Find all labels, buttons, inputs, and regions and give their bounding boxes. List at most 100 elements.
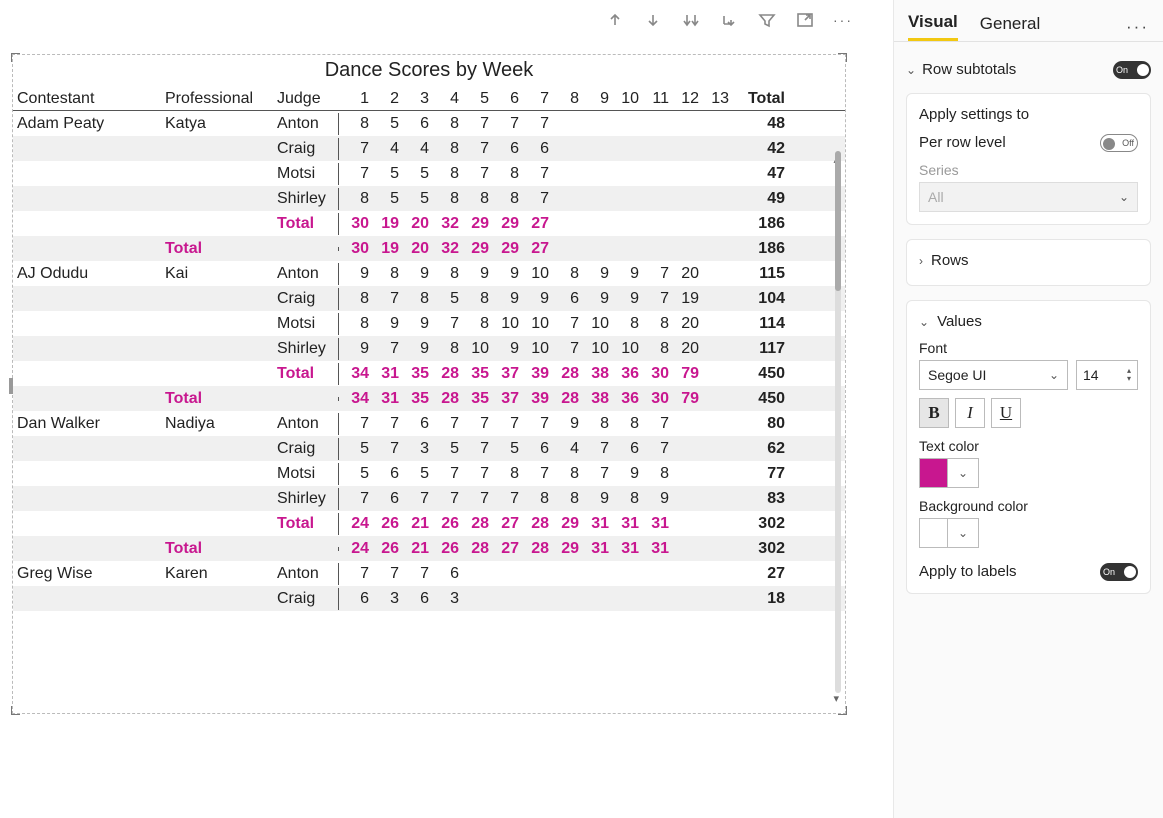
cell[interactable]: 35 xyxy=(399,388,429,410)
cell[interactable] xyxy=(609,222,639,226)
cell[interactable]: 32 xyxy=(429,213,459,235)
group-total-row[interactable]: Total 343135283537392838363079 450 xyxy=(13,386,845,411)
cell[interactable]: 28 xyxy=(549,363,579,385)
scrollbar-thumb[interactable] xyxy=(835,151,841,291)
cell[interactable]: 9 xyxy=(579,288,609,310)
cell[interactable]: 6 xyxy=(399,588,429,610)
table-row[interactable]: Shirley 8558887 49 xyxy=(13,186,845,211)
cell[interactable]: 30 xyxy=(639,388,669,410)
cell[interactable] xyxy=(609,172,639,176)
font-family-select[interactable]: Segoe UI ⌄ xyxy=(919,360,1068,390)
per-row-level-toggle[interactable]: Off xyxy=(1100,133,1138,152)
professional-cell[interactable] xyxy=(161,447,273,451)
cell[interactable]: 6 xyxy=(429,563,459,585)
cell[interactable]: 7 xyxy=(639,263,669,285)
cell[interactable] xyxy=(519,572,549,576)
cell[interactable] xyxy=(669,447,699,451)
total-cell[interactable]: 47 xyxy=(729,163,793,185)
contestant-cell[interactable] xyxy=(13,197,161,201)
total-cell[interactable]: 77 xyxy=(729,463,793,485)
table-row[interactable]: Motsi 56577878798 77 xyxy=(13,461,845,486)
contestant-cell[interactable]: Dan Walker xyxy=(13,413,161,435)
cell[interactable]: 20 xyxy=(669,313,699,335)
professional-cell[interactable] xyxy=(161,347,273,351)
cell[interactable]: 9 xyxy=(399,338,429,360)
cell[interactable]: 10 xyxy=(579,313,609,335)
cell[interactable]: 29 xyxy=(489,213,519,235)
header-week[interactable]: 11 xyxy=(639,88,669,110)
rows-section-header[interactable]: › Rows xyxy=(919,252,1138,269)
cell[interactable]: 5 xyxy=(369,163,399,185)
cell[interactable] xyxy=(609,572,639,576)
cell[interactable]: 9 xyxy=(489,263,519,285)
cell[interactable]: 10 xyxy=(519,338,549,360)
professional-cell[interactable] xyxy=(161,172,273,176)
cell[interactable] xyxy=(669,247,699,251)
cell[interactable]: 8 xyxy=(339,113,369,135)
cell[interactable] xyxy=(609,197,639,201)
cell[interactable]: 9 xyxy=(639,488,669,510)
professional-cell[interactable]: Katya xyxy=(161,113,273,135)
cell[interactable]: 39 xyxy=(519,388,549,410)
total-cell[interactable]: 83 xyxy=(729,488,793,510)
cell[interactable]: 7 xyxy=(429,488,459,510)
header-week[interactable]: 8 xyxy=(549,88,579,110)
expand-next-icon[interactable] xyxy=(719,10,739,30)
cell[interactable] xyxy=(549,122,579,126)
cell[interactable]: 6 xyxy=(549,288,579,310)
cell[interactable]: 19 xyxy=(369,213,399,235)
cell[interactable]: 7 xyxy=(639,438,669,460)
cell[interactable] xyxy=(699,597,729,601)
cell[interactable]: 10 xyxy=(609,338,639,360)
cell[interactable]: 8 xyxy=(339,188,369,210)
cell[interactable]: 8 xyxy=(339,313,369,335)
cell[interactable] xyxy=(669,422,699,426)
professional-cell[interactable] xyxy=(161,497,273,501)
cell[interactable]: 79 xyxy=(669,388,699,410)
cell[interactable]: 35 xyxy=(459,388,489,410)
text-color-picker[interactable]: ⌄ xyxy=(919,458,979,488)
cell[interactable]: 8 xyxy=(519,488,549,510)
cell[interactable]: 7 xyxy=(369,563,399,585)
table-row[interactable]: Motsi 8997810107108820 114 xyxy=(13,311,845,336)
cell[interactable] xyxy=(699,572,729,576)
cell[interactable]: 20 xyxy=(399,238,429,260)
judge-cell[interactable]: Anton xyxy=(273,563,339,585)
underline-button[interactable]: U xyxy=(991,398,1021,428)
cell[interactable]: 8 xyxy=(429,338,459,360)
cell[interactable]: 29 xyxy=(459,238,489,260)
cell[interactable]: 3 xyxy=(369,588,399,610)
cell[interactable]: 28 xyxy=(429,363,459,385)
cell[interactable] xyxy=(639,597,669,601)
subtotal-row[interactable]: Total 2426212628272829313131 302 xyxy=(13,511,845,536)
italic-button[interactable]: I xyxy=(955,398,985,428)
cell[interactable]: 7 xyxy=(429,313,459,335)
cell[interactable]: 30 xyxy=(339,238,369,260)
cell[interactable]: 7 xyxy=(429,413,459,435)
cell[interactable] xyxy=(699,547,729,551)
cell[interactable]: 31 xyxy=(579,513,609,535)
cell[interactable]: 8 xyxy=(429,113,459,135)
cell[interactable]: 10 xyxy=(519,263,549,285)
cell[interactable] xyxy=(669,222,699,226)
cell[interactable]: 8 xyxy=(459,188,489,210)
contestant-cell[interactable] xyxy=(13,347,161,351)
cell[interactable]: 7 xyxy=(639,413,669,435)
cell[interactable] xyxy=(609,122,639,126)
cell[interactable]: 8 xyxy=(639,313,669,335)
cell[interactable] xyxy=(579,147,609,151)
cell[interactable]: 10 xyxy=(459,338,489,360)
cell[interactable]: 9 xyxy=(369,313,399,335)
total-cell[interactable]: 49 xyxy=(729,188,793,210)
cell[interactable]: 19 xyxy=(669,288,699,310)
contestant-cell[interactable]: AJ Odudu xyxy=(13,263,161,285)
cell[interactable] xyxy=(699,222,729,226)
cell[interactable]: 19 xyxy=(369,238,399,260)
cell[interactable]: 5 xyxy=(339,463,369,485)
cell[interactable]: 28 xyxy=(549,388,579,410)
cell[interactable] xyxy=(549,597,579,601)
cell[interactable]: 7 xyxy=(489,413,519,435)
tab-general[interactable]: General xyxy=(980,14,1040,40)
cell[interactable] xyxy=(519,597,549,601)
professional-cell[interactable] xyxy=(161,297,273,301)
